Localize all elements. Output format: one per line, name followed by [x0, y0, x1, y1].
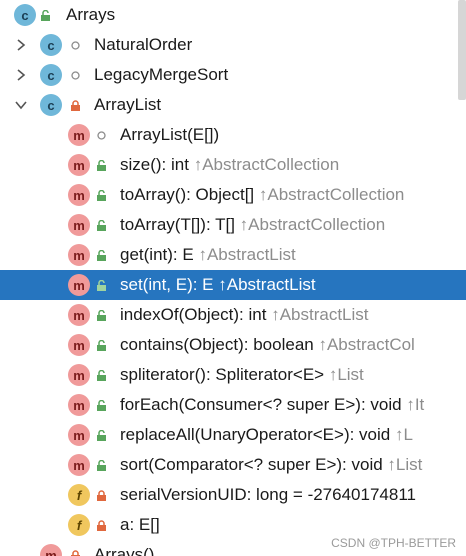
- tree-node-method[interactable]: m size(): int ↑AbstractCollection: [0, 150, 466, 180]
- method-icon: m: [68, 394, 90, 416]
- method-icon: m: [40, 544, 62, 556]
- tree-node-label: ArrayList: [94, 95, 162, 114]
- tree-node-label: sort(Comparator<? super E>): void ↑List: [120, 455, 423, 474]
- inherited-from: ↑AbstractCollection: [193, 155, 340, 174]
- chevron-down-icon[interactable]: [14, 98, 28, 112]
- unlock-icon: [96, 160, 107, 171]
- watermark: CSDN @TPH-BETTER: [331, 536, 456, 550]
- unlock-icon: [96, 460, 107, 471]
- tree-node-label: contains(Object): boolean ↑AbstractCol: [120, 335, 415, 354]
- tree-node-label: toArray(T[]): T[] ↑AbstractCollection: [120, 215, 386, 234]
- inherited-from: ↑AbstractList: [198, 245, 296, 264]
- tree-node-method[interactable]: m forEach(Consumer<? super E>): void ↑It: [0, 390, 466, 420]
- chevron-right-icon[interactable]: [14, 38, 28, 52]
- structure-tree: c Arrays c NaturalOrder c LegacyMergeSor…: [0, 0, 466, 556]
- tree-node-field[interactable]: f serialVersionUID: long = -27640174811: [0, 480, 466, 510]
- package-private-icon: [96, 130, 107, 141]
- lock-icon: [96, 490, 107, 501]
- package-private-icon: [70, 70, 81, 81]
- tree-node-arrays[interactable]: c Arrays: [0, 0, 466, 30]
- tree-node-method[interactable]: m contains(Object): boolean ↑AbstractCol: [0, 330, 466, 360]
- unlock-icon: [96, 400, 107, 411]
- inherited-from: ↑AbstractList: [218, 275, 316, 294]
- inherited-from: ↑List: [387, 455, 423, 474]
- unlock-icon: [96, 280, 107, 291]
- tree-node-label: toArray(): Object[] ↑AbstractCollection: [120, 185, 405, 204]
- tree-node-method[interactable]: m toArray(T[]): T[] ↑AbstractCollection: [0, 210, 466, 240]
- tree-node-naturalorder[interactable]: c NaturalOrder: [0, 30, 466, 60]
- unlock-icon: [40, 10, 51, 21]
- tree-node-label: a: E[]: [120, 515, 160, 534]
- lock-icon: [70, 100, 81, 111]
- tree-node-label: serialVersionUID: long = -27640174811: [120, 485, 416, 504]
- tree-node-constructor[interactable]: m ArrayList(E[]): [0, 120, 466, 150]
- inherited-from: ↑AbstractCol: [318, 335, 415, 354]
- tree-node-label: size(): int ↑AbstractCollection: [120, 155, 340, 174]
- field-icon: f: [68, 484, 90, 506]
- lock-icon: [96, 520, 107, 531]
- tree-node-label: replaceAll(UnaryOperator<E>): void ↑L: [120, 425, 413, 444]
- method-icon: m: [68, 274, 90, 296]
- unlock-icon: [96, 430, 107, 441]
- class-icon: c: [14, 4, 36, 26]
- class-icon: c: [40, 64, 62, 86]
- chevron-right-icon[interactable]: [14, 68, 28, 82]
- tree-node-label: Arrays(): [94, 545, 155, 556]
- unlock-icon: [96, 190, 107, 201]
- tree-node-method[interactable]: m indexOf(Object): int ↑AbstractList: [0, 300, 466, 330]
- lock-icon: [70, 550, 81, 556]
- tree-node-label: set(int, E): E ↑AbstractList: [120, 275, 316, 294]
- tree-node-method[interactable]: m replaceAll(UnaryOperator<E>): void ↑L: [0, 420, 466, 450]
- tree-node-method[interactable]: m get(int): E ↑AbstractList: [0, 240, 466, 270]
- method-icon: m: [68, 124, 90, 146]
- unlock-icon: [96, 370, 107, 381]
- tree-node-label: NaturalOrder: [94, 35, 193, 54]
- method-icon: m: [68, 364, 90, 386]
- package-private-icon: [70, 40, 81, 51]
- method-icon: m: [68, 184, 90, 206]
- inherited-from: ↑It: [406, 395, 425, 414]
- tree-node-label: LegacyMergeSort: [94, 65, 229, 84]
- inherited-from: ↑AbstractCollection: [239, 215, 386, 234]
- tree-node-legacymergesort[interactable]: c LegacyMergeSort: [0, 60, 466, 90]
- inherited-from: ↑L: [394, 425, 413, 444]
- tree-node-label: indexOf(Object): int ↑AbstractList: [120, 305, 369, 324]
- unlock-icon: [96, 310, 107, 321]
- inherited-from: ↑AbstractCollection: [258, 185, 405, 204]
- tree-node-label: ArrayList(E[]): [120, 125, 220, 144]
- method-icon: m: [68, 154, 90, 176]
- tree-node-method[interactable]: m sort(Comparator<? super E>): void ↑Lis…: [0, 450, 466, 480]
- tree-node-arraylist[interactable]: c ArrayList: [0, 90, 466, 120]
- field-icon: f: [68, 514, 90, 536]
- class-icon: c: [40, 94, 62, 116]
- tree-node-method[interactable]: m spliterator(): Spliterator<E> ↑List: [0, 360, 466, 390]
- unlock-icon: [96, 250, 107, 261]
- tree-node-label: forEach(Consumer<? super E>): void ↑It: [120, 395, 425, 414]
- unlock-icon: [96, 220, 107, 231]
- method-icon: m: [68, 334, 90, 356]
- unlock-icon: [96, 340, 107, 351]
- tree-node-label: get(int): E ↑AbstractList: [120, 245, 296, 264]
- class-icon: c: [40, 34, 62, 56]
- method-icon: m: [68, 304, 90, 326]
- inherited-from: ↑AbstractList: [271, 305, 369, 324]
- method-icon: m: [68, 244, 90, 266]
- tree-node-label: Arrays: [66, 5, 116, 24]
- tree-node-method-selected[interactable]: m set(int, E): E ↑AbstractList: [0, 270, 466, 300]
- method-icon: m: [68, 454, 90, 476]
- method-icon: m: [68, 424, 90, 446]
- tree-node-label: spliterator(): Spliterator<E> ↑List: [120, 365, 364, 384]
- inherited-from: ↑List: [328, 365, 364, 384]
- method-icon: m: [68, 214, 90, 236]
- tree-node-method[interactable]: m toArray(): Object[] ↑AbstractCollectio…: [0, 180, 466, 210]
- vertical-scrollbar[interactable]: [458, 0, 466, 100]
